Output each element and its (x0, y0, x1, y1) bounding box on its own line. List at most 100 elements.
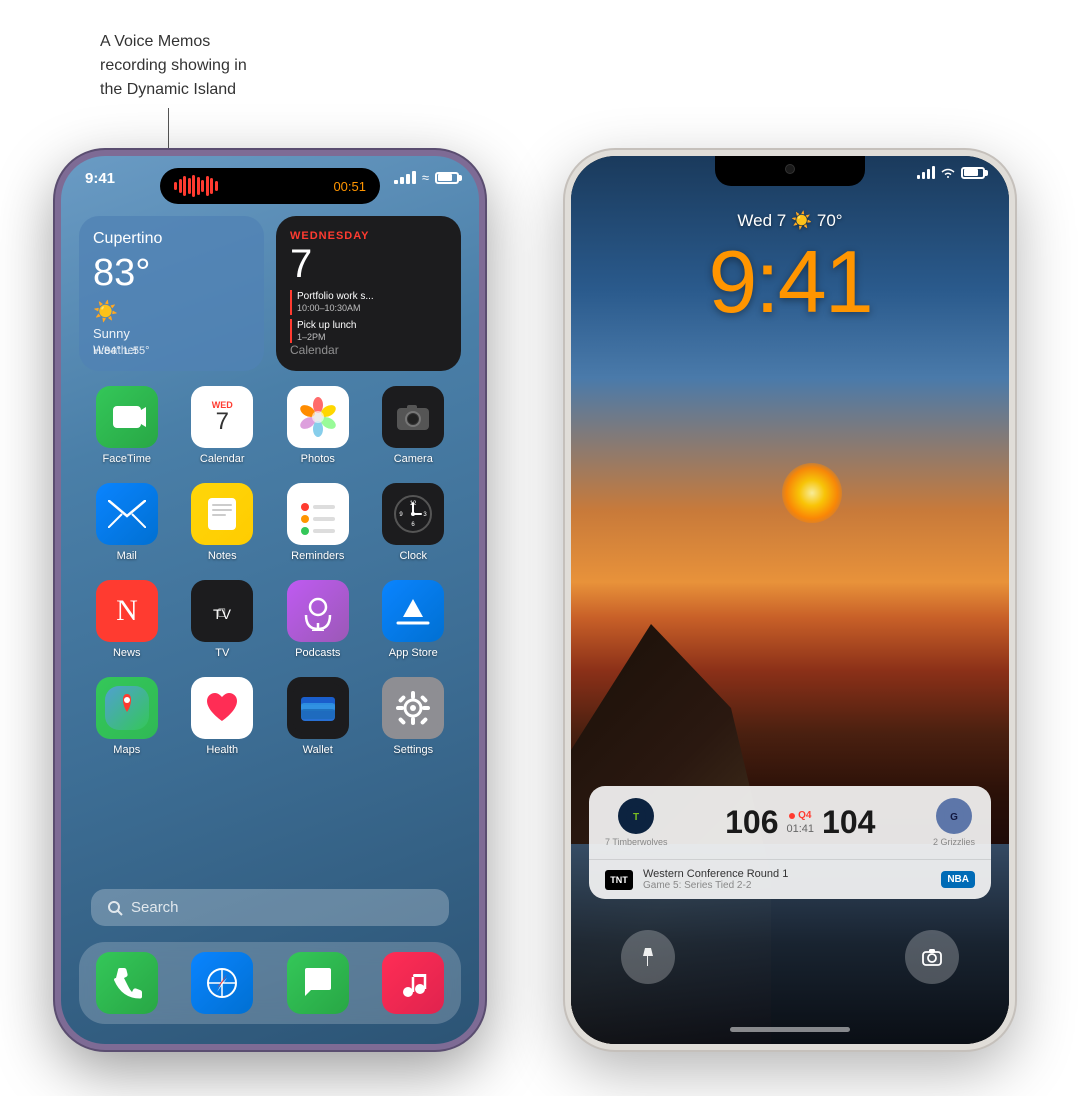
game-status: Q4 01:41 (786, 810, 814, 835)
svg-text:G: G (950, 812, 958, 823)
photos-icon (287, 386, 349, 448)
lock-date: Wed 7 ☀️ 70° (571, 211, 1009, 231)
dock-music[interactable] (382, 952, 444, 1014)
wifi-icon: ≈ (422, 170, 429, 185)
facetime-label: FaceTime (103, 453, 152, 465)
di-voice-memo (174, 175, 218, 197)
live-indicator: Q4 (789, 810, 811, 821)
dock-messages[interactable] (287, 952, 349, 1014)
calendar-app-icon: WED 7 (191, 386, 253, 448)
lock-bottom-controls (571, 930, 1009, 984)
mail-icon (96, 483, 158, 545)
wallet-icon (287, 677, 349, 739)
maps-icon (96, 677, 158, 739)
app-podcasts[interactable]: Podcasts (278, 580, 358, 659)
search-bar[interactable]: Search (91, 889, 449, 926)
app-reminders[interactable]: Reminders (278, 483, 358, 562)
left-phone-screen: 9:41 ≈ (61, 156, 479, 1044)
calendar-widget[interactable]: WEDNESDAY 7 Portfolio work s... 10:00–10… (276, 216, 461, 371)
home-indicator (730, 1027, 850, 1032)
score-section: 106 Q4 01:41 104 (678, 804, 923, 841)
tv-label: TV (215, 647, 229, 659)
notes-label: Notes (208, 550, 237, 562)
team2-score: 104 (822, 804, 875, 841)
weather-temp: 83° (93, 252, 250, 295)
app-settings[interactable]: Settings (373, 677, 453, 756)
game-info: Western Conference Round 1 Game 5: Serie… (643, 868, 931, 891)
appstore-label: App Store (389, 647, 438, 659)
app-photos[interactable]: Photos (278, 386, 358, 465)
game-time: 01:41 (786, 823, 814, 835)
camera-label: Camera (394, 453, 433, 465)
news-label: News (113, 647, 141, 659)
flashlight-button[interactable] (621, 930, 675, 984)
app-row-1: FaceTime WED 7 Calendar (79, 386, 461, 465)
annotation-text: A Voice Memos recording showing in the D… (100, 30, 247, 102)
notification-footer: TNT Western Conference Round 1 Game 5: S… (589, 859, 991, 899)
clock-icon: 12 3 6 9 (382, 483, 444, 545)
maps-label: Maps (113, 744, 140, 756)
notch (715, 156, 865, 186)
notification-card[interactable]: T 7 Timberwolves 106 Q4 01:41 (589, 786, 991, 899)
status-bar-right: ≈ (394, 170, 459, 185)
timberwolves-logo: T (618, 798, 654, 834)
svg-text:N: N (116, 594, 138, 627)
calendar-event2: Pick up lunch 1–2PM (290, 319, 447, 344)
reminders-label: Reminders (291, 550, 344, 562)
dynamic-island[interactable]: 00:51 (160, 168, 380, 204)
svg-text:T: T (633, 812, 639, 823)
app-calendar[interactable]: WED 7 Calendar (182, 386, 262, 465)
calendar-label: Calendar (290, 343, 339, 357)
photos-label: Photos (301, 453, 335, 465)
weather-condition: Sunny (93, 326, 250, 341)
app-row-4: Maps Health (79, 677, 461, 756)
camera-lock-button[interactable] (905, 930, 959, 984)
app-tv[interactable]:  TV TV (182, 580, 262, 659)
appstore-icon (382, 580, 444, 642)
app-wallet[interactable]: Wallet (278, 677, 358, 756)
game-score-row: T 7 Timberwolves 106 Q4 01:41 (589, 786, 991, 859)
app-clock[interactable]: 12 3 6 9 Clock (373, 483, 453, 562)
camera-icon (382, 386, 444, 448)
weather-city: Cupertino (93, 230, 250, 248)
app-camera[interactable]: Camera (373, 386, 453, 465)
news-icon: N (96, 580, 158, 642)
app-mail[interactable]: Mail (87, 483, 167, 562)
podcasts-label: Podcasts (295, 647, 340, 659)
right-status-icons (917, 166, 985, 179)
dock (79, 942, 461, 1024)
app-maps[interactable]: Maps (87, 677, 167, 756)
calendar-day: WEDNESDAY (290, 230, 447, 242)
mail-label: Mail (117, 550, 137, 562)
calendar-app-label: Calendar (200, 453, 245, 465)
nba-logo: NBA (941, 871, 975, 888)
svg-text:TV: TV (213, 606, 232, 622)
tnt-badge: TNT (605, 870, 633, 890)
search-label: Search (131, 899, 179, 916)
dock-safari[interactable] (191, 952, 253, 1014)
app-health[interactable]: Health (182, 677, 262, 756)
reminders-icon (287, 483, 349, 545)
app-notes[interactable]: Notes (182, 483, 262, 562)
series-subtitle: Game 5: Series Tied 2-2 (643, 880, 931, 891)
weather-label: Weather (93, 343, 138, 357)
series-name: Western Conference Round 1 (643, 868, 931, 880)
team1-seed: 7 Timberwolves (605, 837, 668, 847)
settings-icon (382, 677, 444, 739)
battery-icon-right (961, 167, 985, 179)
left-phone: 9:41 ≈ (55, 150, 485, 1050)
weather-widget[interactable]: Cupertino 83° ☀️ Sunny H:84° L:55° Weath… (79, 216, 264, 371)
podcasts-icon (287, 580, 349, 642)
app-facetime[interactable]: FaceTime (87, 386, 167, 465)
app-row-3: N News  TV TV (79, 580, 461, 659)
team2-seed: 2 Grizzlies (933, 837, 975, 847)
app-appstore[interactable]: App Store (373, 580, 453, 659)
right-phone-screen: Wed 7 ☀️ 70° 9:41 T 7 Timberwolves (571, 156, 1009, 1044)
search-icon (107, 900, 123, 916)
grizzlies-logo: G (936, 798, 972, 834)
app-news[interactable]: N News (87, 580, 167, 659)
weather-sun: ☀️ (93, 299, 250, 324)
app-grid: FaceTime WED 7 Calendar (79, 386, 461, 774)
sun-glow (782, 463, 842, 523)
dock-phone[interactable] (96, 952, 158, 1014)
